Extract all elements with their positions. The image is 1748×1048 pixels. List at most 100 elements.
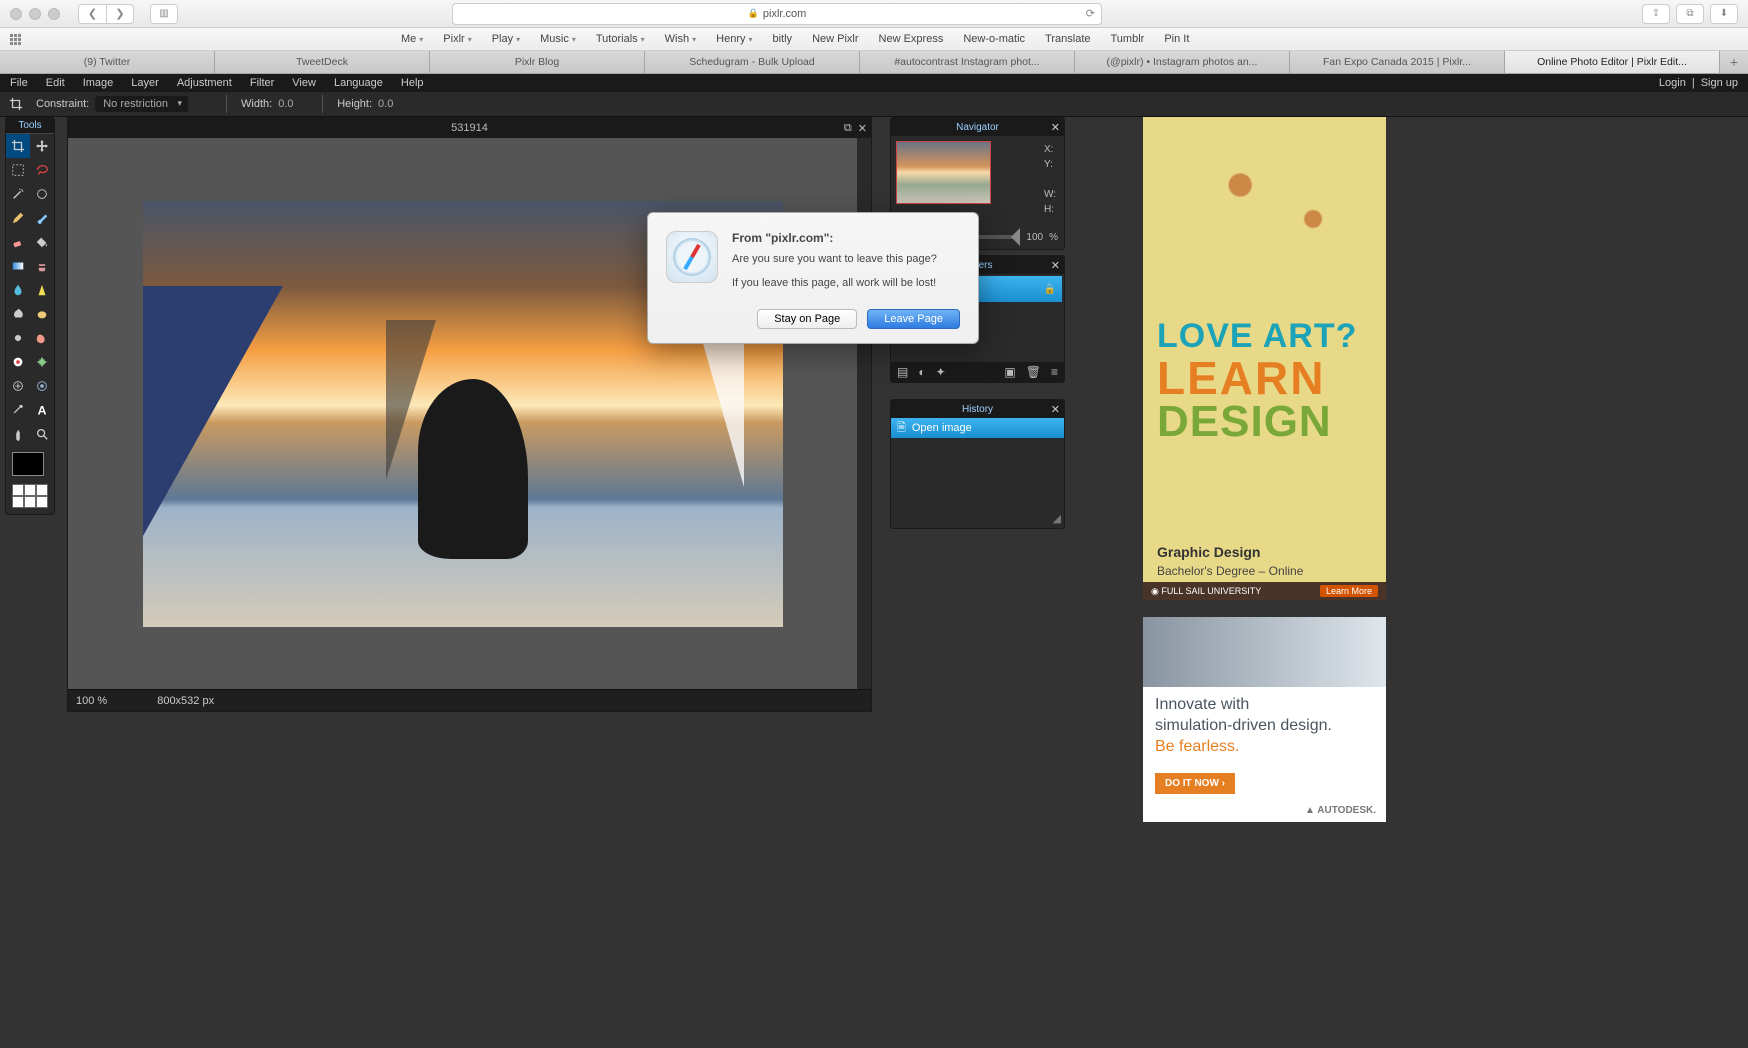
history-entry[interactable]: 🗎 Open image — [891, 418, 1064, 438]
ad2-cta-button[interactable]: DO IT NOW › — [1155, 773, 1235, 794]
ad1-cta-button[interactable]: Learn More — [1320, 585, 1378, 597]
bookmark-item[interactable]: Music▾ — [540, 33, 576, 45]
new-layer-icon[interactable]: ▤ — [897, 365, 908, 379]
select-color-tool[interactable] — [30, 182, 54, 206]
share-button[interactable]: ⇪ — [1642, 4, 1670, 24]
bookmark-item[interactable]: Wish▾ — [665, 33, 696, 45]
history-close-icon[interactable]: ✕ — [1051, 403, 1060, 416]
grid-view-icon[interactable] — [6, 482, 54, 514]
lock-icon[interactable]: 🔒 — [1044, 284, 1056, 295]
pencil-tool[interactable] — [6, 206, 30, 230]
bookmark-item[interactable]: New Express — [879, 33, 944, 45]
downloads-button[interactable]: ⬇ — [1710, 4, 1738, 24]
tabs-button[interactable]: ⧉ — [1676, 4, 1704, 24]
bookmark-item[interactable]: Translate — [1045, 33, 1090, 45]
layers-close-icon[interactable]: ✕ — [1051, 259, 1060, 272]
bookmark-item[interactable]: Me▾ — [401, 33, 423, 45]
forward-button[interactable]: ❯ — [106, 4, 134, 24]
layer-mask-icon[interactable]: ◐ — [918, 365, 925, 379]
layer-settings-icon[interactable]: ▣ — [1004, 365, 1015, 379]
blur-tool[interactable] — [6, 278, 30, 302]
canvas-titlebar[interactable]: 531914 ⧉ ✕ — [68, 118, 871, 138]
layers-menu-icon[interactable]: ≡ — [1051, 365, 1058, 379]
clone-stamp-tool[interactable] — [30, 254, 54, 278]
nav-buttons: ❮ ❯ — [78, 4, 134, 24]
address-bar[interactable]: 🔒 pixlr.com ⟳ — [452, 3, 1102, 25]
leave-page-button[interactable]: Leave Page — [867, 309, 960, 329]
browser-tab[interactable]: (9) Twitter — [0, 51, 215, 73]
history-resize-icon[interactable]: ◢ — [1053, 512, 1061, 525]
bookmark-item[interactable]: Pin It — [1164, 33, 1189, 45]
browser-tab[interactable]: Pixlr Blog — [430, 51, 645, 73]
wand-tool[interactable] — [6, 182, 30, 206]
login-link[interactable]: Login — [1659, 77, 1686, 89]
brush-tool[interactable] — [30, 206, 54, 230]
zoom-tool[interactable] — [30, 422, 54, 446]
sharpen-tool[interactable] — [30, 278, 54, 302]
menu-item[interactable]: View — [292, 77, 316, 89]
back-button[interactable]: ❮ — [78, 4, 106, 24]
sponge-tool[interactable] — [30, 302, 54, 326]
maximize-icon[interactable]: ⧉ — [844, 122, 852, 135]
bookmark-item[interactable]: New-o-matic — [963, 33, 1025, 45]
browser-tab[interactable]: Online Photo Editor | Pixlr Edit... — [1505, 51, 1720, 73]
marquee-tool[interactable] — [6, 158, 30, 182]
navigator-thumbnail[interactable] — [896, 141, 991, 204]
delete-layer-icon[interactable]: 🗑 — [1026, 365, 1041, 379]
colorpicker-tool[interactable] — [6, 398, 30, 422]
browser-tab[interactable]: #autocontrast Instagram phot... — [860, 51, 1075, 73]
move-tool[interactable] — [30, 134, 54, 158]
bookmark-item[interactable]: New Pixlr — [812, 33, 858, 45]
bookmark-item[interactable]: Tumblr — [1111, 33, 1145, 45]
lasso-tool[interactable] — [30, 158, 54, 182]
zoom-traffic-icon[interactable] — [48, 8, 60, 20]
stay-on-page-button[interactable]: Stay on Page — [757, 309, 857, 329]
menu-item[interactable]: File — [10, 77, 28, 89]
menu-item[interactable]: Language — [334, 77, 383, 89]
browser-tab[interactable]: TweetDeck — [215, 51, 430, 73]
browser-tab[interactable]: (@pixlr) • Instagram photos an... — [1075, 51, 1290, 73]
bookmark-item[interactable]: Pixlr▾ — [443, 33, 471, 45]
bloat-tool[interactable] — [6, 374, 30, 398]
height-input[interactable] — [378, 98, 418, 110]
dodge-tool[interactable] — [6, 326, 30, 350]
menu-item[interactable]: Filter — [250, 77, 274, 89]
smudge-tool[interactable] — [6, 302, 30, 326]
close-icon[interactable]: ✕ — [858, 122, 867, 135]
menu-item[interactable]: Layer — [131, 77, 159, 89]
menu-item[interactable]: Image — [83, 77, 114, 89]
constraint-select[interactable]: No restriction — [95, 96, 188, 112]
navigator-close-icon[interactable]: ✕ — [1051, 121, 1060, 134]
gradient-tool[interactable] — [6, 254, 30, 278]
burn-tool[interactable] — [30, 326, 54, 350]
apps-icon[interactable] — [10, 34, 21, 45]
bookmark-item[interactable]: Play▾ — [492, 33, 520, 45]
sidebar-toggle-button[interactable]: ▥ — [150, 4, 178, 24]
crop-tool[interactable] — [6, 134, 30, 158]
menu-item[interactable]: Help — [401, 77, 424, 89]
reload-icon[interactable]: ⟳ — [1086, 7, 1095, 20]
minimize-traffic-icon[interactable] — [29, 8, 41, 20]
new-tab-button[interactable]: + — [1720, 51, 1748, 73]
type-tool[interactable]: A — [30, 398, 54, 422]
hand-tool[interactable] — [6, 422, 30, 446]
bookmark-item[interactable]: Tutorials▾ — [596, 33, 645, 45]
eraser-tool[interactable] — [6, 230, 30, 254]
foreground-color[interactable] — [12, 452, 44, 476]
menu-item[interactable]: Adjustment — [177, 77, 232, 89]
menu-item[interactable]: Edit — [46, 77, 65, 89]
browser-tab[interactable]: Schedugram - Bulk Upload — [645, 51, 860, 73]
layer-fx-icon[interactable]: ✦ — [936, 365, 946, 379]
signup-link[interactable]: Sign up — [1701, 77, 1738, 89]
bookmark-item[interactable]: bitly — [773, 33, 793, 45]
paint-bucket-tool[interactable] — [30, 230, 54, 254]
ad-banner-bottom[interactable]: ⓘ✕ Innovate with simulation-driven desig… — [1143, 617, 1386, 822]
pinch-tool[interactable] — [30, 374, 54, 398]
width-input[interactable] — [278, 98, 318, 110]
red-eye-tool[interactable] — [6, 350, 30, 374]
close-traffic-icon[interactable] — [10, 8, 22, 20]
spot-heal-tool[interactable] — [30, 350, 54, 374]
ad-banner-top[interactable]: LOVE ART? LEARN DESIGN Graphic Design Ba… — [1143, 117, 1386, 600]
browser-tab[interactable]: Fan Expo Canada 2015 | Pixlr... — [1290, 51, 1505, 73]
bookmark-item[interactable]: Henry▾ — [716, 33, 752, 45]
